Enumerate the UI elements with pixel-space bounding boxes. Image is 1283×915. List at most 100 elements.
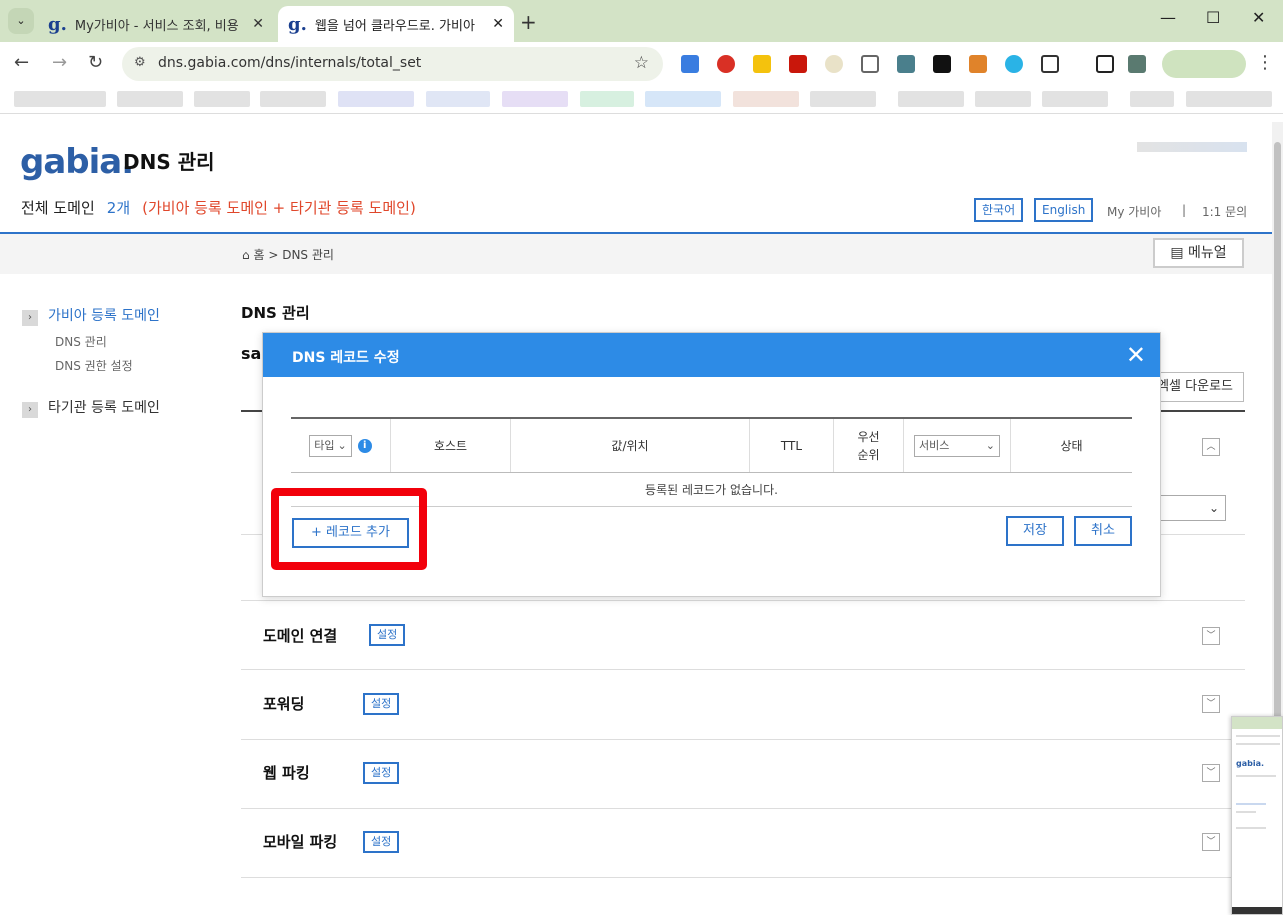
expand-icon[interactable]: ﹀: [1202, 695, 1220, 713]
total-label: 전체 도메인: [21, 199, 95, 217]
my-gabia-link[interactable]: My 가비아: [1107, 203, 1161, 220]
bookmark-item[interactable]: [1042, 91, 1108, 107]
back-icon[interactable]: ←: [14, 52, 29, 73]
minimize-icon[interactable]: —: [1160, 8, 1176, 27]
type-select[interactable]: 타입 ⌄: [309, 434, 352, 457]
bookmark-item[interactable]: [1130, 91, 1174, 107]
thumbnail-line: [1236, 775, 1276, 777]
gabia-favicon-icon: g.: [288, 13, 307, 35]
cancel-button[interactable]: 취소: [1074, 516, 1132, 546]
translate-extension-icon[interactable]: [681, 55, 699, 73]
close-tab-icon[interactable]: ✕: [252, 16, 264, 32]
extension-icon[interactable]: [825, 55, 843, 73]
url-text: dns.gabia.com/dns/internals/total_set: [158, 55, 422, 71]
info-icon[interactable]: i: [357, 438, 372, 453]
close-icon[interactable]: ✕: [1126, 341, 1146, 369]
inquiry-link[interactable]: 1:1 문의: [1202, 203, 1247, 220]
bookmark-item[interactable]: [580, 91, 634, 107]
forward-icon[interactable]: →: [52, 52, 67, 73]
extension-icon[interactable]: [897, 55, 915, 73]
row-divider: [241, 739, 1245, 740]
breadcrumb-sep: >: [268, 248, 279, 262]
bookmark-star-icon[interactable]: ☆: [634, 53, 649, 73]
modal-title: DNS 레코드 수정: [292, 350, 400, 366]
bookmark-item[interactable]: [810, 91, 876, 107]
extension-icon[interactable]: [717, 55, 735, 73]
collapse-icon[interactable]: ︿: [1202, 438, 1220, 456]
thumbnail-line: [1236, 735, 1280, 737]
openai-extension-icon[interactable]: [933, 55, 951, 73]
record-select[interactable]: ⌄: [1160, 495, 1226, 521]
screenshot-thumbnail[interactable]: gabia.: [1231, 716, 1283, 915]
sidebar-item-other-domains[interactable]: › 타기관 등록 도메인: [22, 397, 160, 418]
expand-icon[interactable]: ﹀: [1202, 833, 1220, 851]
sidebar-label: 타기관 등록 도메인: [48, 400, 160, 416]
breadcrumb: ⌂ 홈 > DNS 관리: [242, 246, 334, 263]
reload-icon[interactable]: ↻: [88, 52, 103, 73]
expand-icon[interactable]: ﹀: [1202, 764, 1220, 782]
save-button[interactable]: 저장: [1006, 516, 1064, 546]
service-select[interactable]: 서비스 ⌄: [914, 434, 1000, 457]
download-extension-icon[interactable]: [753, 55, 771, 73]
tab-my-gabia[interactable]: g. My가비아 - 서비스 조회, 비용 ✕: [38, 6, 274, 42]
bookmark-item[interactable]: [733, 91, 799, 107]
gabia-logo[interactable]: gabia.: [20, 142, 134, 182]
browser-menu-icon[interactable]: ⋮: [1256, 52, 1274, 73]
extensions-puzzle-icon[interactable]: [1041, 55, 1059, 73]
total-domains: 전체 도메인 2개 (가비아 등록 도메인 + 타기관 등록 도메인): [21, 197, 416, 218]
sidebar-item-dns-permission[interactable]: DNS 권한 설정: [55, 357, 133, 374]
maximize-icon[interactable]: ☐: [1206, 8, 1220, 27]
site-info-icon[interactable]: ⚙: [134, 55, 146, 70]
row-divider: [241, 600, 1245, 601]
expand-icon[interactable]: ﹀: [1202, 627, 1220, 645]
scrollbar-thumb[interactable]: [1274, 142, 1281, 722]
bookmark-item[interactable]: [426, 91, 490, 107]
bookmark-item[interactable]: [898, 91, 964, 107]
bookmark-item[interactable]: [975, 91, 1031, 107]
bookmark-item[interactable]: [338, 91, 414, 107]
breadcrumb-home[interactable]: 홈: [253, 248, 264, 262]
thumbnail-line: [1236, 743, 1280, 745]
manual-label: 메뉴얼: [1188, 245, 1227, 261]
close-tab-icon[interactable]: ✕: [492, 16, 504, 32]
address-bar[interactable]: ⚙ dns.gabia.com/dns/internals/total_set …: [122, 47, 663, 81]
sidebar-item-dns-manage[interactable]: DNS 관리: [55, 333, 107, 350]
gabia-favicon-icon: g.: [48, 13, 67, 35]
total-note: (가비아 등록 도메인 + 타기관 등록 도메인): [142, 199, 416, 217]
sidebar-item-gabia-domains[interactable]: › 가비아 등록 도메인: [22, 305, 160, 326]
extension-icon[interactable]: [969, 55, 987, 73]
lang-korean-button[interactable]: 한국어: [974, 198, 1024, 222]
profile-button[interactable]: [1162, 50, 1246, 78]
mobile-parking-set-button[interactable]: 설정: [363, 831, 400, 853]
lang-english-button[interactable]: English: [1034, 198, 1094, 222]
bookmark-item[interactable]: [502, 91, 568, 107]
manual-button[interactable]: ▤ 메뉴얼: [1153, 238, 1244, 268]
column-service: 서비스 ⌄: [904, 419, 1011, 472]
bookmark-item[interactable]: [645, 91, 721, 107]
bookmark-item[interactable]: [1186, 91, 1272, 107]
avatar[interactable]: [1128, 55, 1146, 73]
bookmark-icon[interactable]: [861, 55, 879, 73]
bookmark-item[interactable]: [260, 91, 326, 107]
tab-search-icon[interactable]: ⌄: [8, 8, 34, 34]
chevron-right-icon: ›: [22, 310, 38, 326]
row-divider: [241, 669, 1245, 670]
section-title-mobile-parking: 모바일 파킹: [263, 833, 338, 851]
bookmark-item[interactable]: [194, 91, 250, 107]
web-parking-set-button[interactable]: 설정: [363, 762, 400, 784]
tab-gabia-active[interactable]: g. 웹을 넘어 클라우드로. 가비아 ✕: [278, 6, 514, 42]
thumbnail-line: [1236, 803, 1266, 805]
close-window-icon[interactable]: ✕: [1252, 8, 1265, 27]
thumbnail-line: [1236, 827, 1266, 829]
pdf-extension-icon[interactable]: [789, 55, 807, 73]
side-panel-icon[interactable]: [1096, 55, 1114, 73]
new-tab-button[interactable]: +: [520, 10, 537, 34]
section-title-domain-connect: 도메인 연결: [263, 627, 338, 645]
bookmark-item[interactable]: [14, 91, 106, 107]
domain-connect-set-button[interactable]: 설정: [369, 624, 406, 646]
bookmark-item[interactable]: [117, 91, 183, 107]
thumbnail-tabbar: [1232, 717, 1282, 729]
forwarding-set-button[interactable]: 설정: [363, 693, 400, 715]
home-icon[interactable]: ⌂: [242, 248, 250, 262]
extension-icon[interactable]: [1005, 55, 1023, 73]
